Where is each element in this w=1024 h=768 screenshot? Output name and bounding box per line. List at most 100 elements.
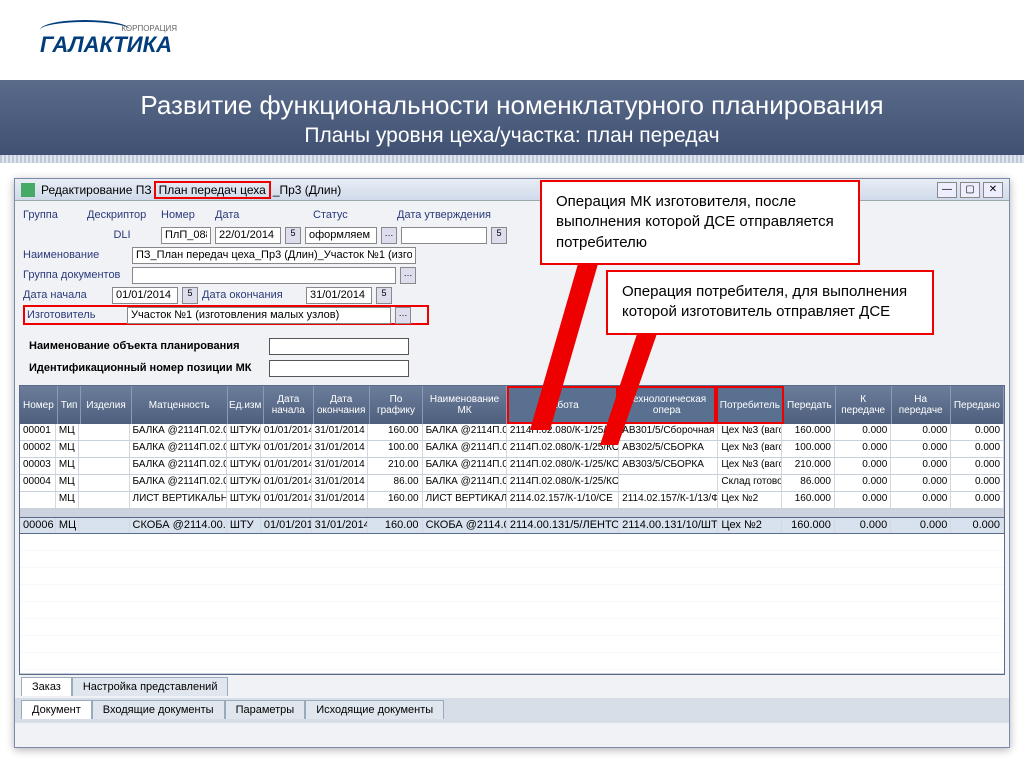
- col-to-transfer[interactable]: К передаче: [836, 386, 892, 424]
- cell[interactable]: 0.000: [951, 475, 1004, 491]
- cell[interactable]: 01/01/2014: [261, 518, 312, 533]
- cell[interactable]: 31/01/2014: [312, 518, 368, 533]
- cell[interactable]: 01/01/2014: [261, 458, 312, 474]
- cell[interactable]: МЦ: [56, 424, 79, 440]
- cell[interactable]: БАЛКА @2114П.02.0: [423, 441, 507, 457]
- cell[interactable]: Цех №3 (вагоносбороч: [718, 441, 782, 457]
- cell[interactable]: 0.000: [835, 441, 891, 457]
- col-type[interactable]: Тип: [58, 386, 82, 424]
- cell[interactable]: МЦ: [56, 492, 79, 508]
- cell[interactable]: БАЛКА @2114П.02.0: [423, 424, 507, 440]
- cell[interactable]: 100.00: [368, 441, 423, 457]
- cell[interactable]: [619, 475, 718, 491]
- cell[interactable]: 31/01/2014: [312, 458, 368, 474]
- tab-params[interactable]: Параметры: [225, 700, 306, 719]
- input-doc-group[interactable]: [132, 267, 396, 284]
- cell[interactable]: АВ302/5/СБОРКА: [619, 441, 718, 457]
- col-consumer[interactable]: Потребитель: [716, 386, 784, 424]
- cell[interactable]: 01/01/2014: [261, 492, 312, 508]
- cell[interactable]: 00002: [20, 441, 56, 457]
- cell[interactable]: 100.000: [782, 441, 835, 457]
- cell[interactable]: 2114П.02.080/К-1/25/КО: [507, 424, 619, 440]
- input-date-end[interactable]: [306, 287, 372, 304]
- cell[interactable]: 160.000: [782, 518, 835, 533]
- cell[interactable]: 210.000: [782, 458, 835, 474]
- tab-incoming[interactable]: Входящие документы: [92, 700, 225, 719]
- input-manufacturer[interactable]: [127, 307, 391, 324]
- table-row[interactable]: 00004МЦБАЛКА @2114П.02.080ШТУКА01/01/201…: [20, 475, 1004, 492]
- cell[interactable]: [20, 492, 56, 508]
- cell[interactable]: БАЛКА @2114П.02.080: [130, 441, 227, 457]
- col-on-transfer[interactable]: На передаче: [892, 386, 951, 424]
- cell[interactable]: 2114.02.157/К-1/13/ФРЕ: [619, 492, 718, 508]
- cell[interactable]: 0.000: [835, 492, 891, 508]
- tab-order[interactable]: Заказ: [21, 677, 72, 696]
- cell[interactable]: Цех №2: [718, 518, 782, 533]
- cell[interactable]: МЦ: [56, 458, 79, 474]
- date-picker-icon[interactable]: 5: [285, 227, 301, 244]
- table-row-selected[interactable]: 00006МЦСКОБА @2114.00.131ШТУ01/01/201431…: [20, 517, 1004, 534]
- cell[interactable]: 160.00: [368, 424, 423, 440]
- cell[interactable]: 31/01/2014: [312, 475, 368, 491]
- cell[interactable]: Цех №2: [718, 492, 782, 508]
- manufacturer-picker-icon[interactable]: …: [395, 307, 411, 324]
- cell[interactable]: ШТУКА: [227, 492, 261, 508]
- col-transfer[interactable]: Передать: [784, 386, 836, 424]
- cell[interactable]: 0.000: [951, 518, 1004, 533]
- input-status[interactable]: [305, 227, 377, 244]
- cell[interactable]: 86.000: [782, 475, 835, 491]
- cell[interactable]: ШТУКА: [227, 424, 261, 440]
- col-material[interactable]: Матценность: [132, 386, 228, 424]
- status-picker-icon[interactable]: …: [381, 227, 397, 244]
- cell[interactable]: МЦ: [56, 441, 79, 457]
- cell[interactable]: 00006: [20, 518, 56, 533]
- cell[interactable]: [79, 475, 130, 491]
- col-schedule[interactable]: По графику: [370, 386, 424, 424]
- cell[interactable]: ЛИСТ ВЕРТИКАЛЬНЫЙ: [130, 492, 227, 508]
- input-date[interactable]: [215, 227, 281, 244]
- cell[interactable]: 0.000: [951, 492, 1004, 508]
- cell[interactable]: 0.000: [891, 475, 951, 491]
- col-tech-op[interactable]: Технологическая опера: [618, 386, 716, 424]
- col-work[interactable]: Работа: [507, 386, 618, 424]
- cell[interactable]: БАЛКА @2114П.02.080: [130, 424, 227, 440]
- cell[interactable]: 160.00: [368, 492, 423, 508]
- maximize-button[interactable]: ▢: [960, 182, 980, 198]
- cell[interactable]: ШТУКА: [227, 458, 261, 474]
- cell[interactable]: 31/01/2014: [312, 424, 368, 440]
- col-date-end[interactable]: Дата окончания: [314, 386, 370, 424]
- col-number[interactable]: Номер: [20, 386, 58, 424]
- cell[interactable]: СКОБА @2114.00.13: [423, 518, 507, 533]
- input-date-approved[interactable]: [401, 227, 487, 244]
- cell[interactable]: 210.00: [368, 458, 423, 474]
- cell[interactable]: АВ303/5/СБОРКА: [619, 458, 718, 474]
- input-date-start[interactable]: [112, 287, 178, 304]
- cell[interactable]: 31/01/2014: [312, 492, 368, 508]
- cell[interactable]: [79, 424, 130, 440]
- date-start-picker-icon[interactable]: 5: [182, 287, 198, 304]
- col-unit[interactable]: Ед.изм: [228, 386, 264, 424]
- cell[interactable]: 2114П.02.080/К-1/25/КО: [507, 458, 619, 474]
- cell[interactable]: 160.000: [782, 424, 835, 440]
- cell[interactable]: 0.000: [951, 441, 1004, 457]
- cell[interactable]: Склад готовой продукц: [718, 475, 782, 491]
- cell[interactable]: 2114.00.131/10/ШТАМ: [619, 518, 718, 533]
- cell[interactable]: 2114П.02.080/К-1/25/КО: [507, 441, 619, 457]
- col-date-start[interactable]: Дата начала: [264, 386, 314, 424]
- input-number[interactable]: [161, 227, 211, 244]
- cell[interactable]: БАЛКА @2114П.02.080: [130, 475, 227, 491]
- cell[interactable]: 01/01/2014: [261, 441, 312, 457]
- cell[interactable]: 0.000: [835, 424, 891, 440]
- cell[interactable]: 0.000: [835, 518, 891, 533]
- table-row[interactable]: 00003МЦБАЛКА @2114П.02.080ШТУКА01/01/201…: [20, 458, 1004, 475]
- table-row[interactable]: МЦ ЛИСТ ВЕРТИКАЛЬНЫЙШТУКА01/01/201431/01/…: [20, 492, 1004, 509]
- cell[interactable]: 160.000: [782, 492, 835, 508]
- doc-group-picker-icon[interactable]: …: [400, 267, 416, 284]
- cell[interactable]: БАЛКА @2114П.02.0: [423, 475, 507, 491]
- cell[interactable]: 0.000: [951, 424, 1004, 440]
- tab-document[interactable]: Документ: [21, 700, 92, 719]
- cell[interactable]: СКОБА @2114.00.131: [130, 518, 227, 533]
- cell[interactable]: БАЛКА @2114П.02.0: [423, 458, 507, 474]
- cell[interactable]: 2114П.02.080/К-1/25/КО: [507, 475, 619, 491]
- cell[interactable]: 0.000: [835, 458, 891, 474]
